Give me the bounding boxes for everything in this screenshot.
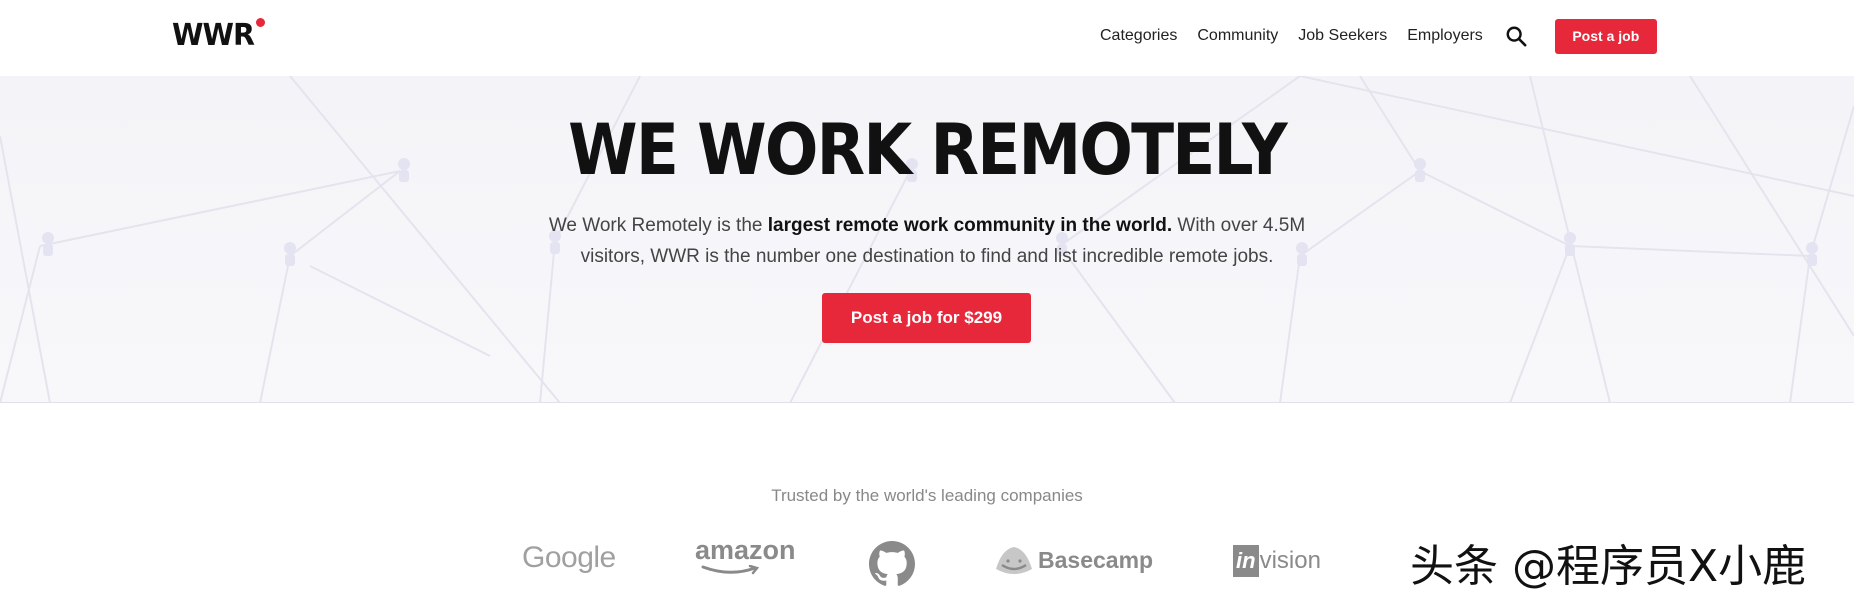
invision-logo-text: vision bbox=[1259, 547, 1321, 574]
nav-community[interactable]: Community bbox=[1197, 27, 1278, 45]
nav-categories[interactable]: Categories bbox=[1100, 27, 1177, 45]
post-job-299-button[interactable]: Post a job for $299 bbox=[822, 293, 1031, 343]
nav-job-seekers[interactable]: Job Seekers bbox=[1298, 27, 1387, 45]
invision-logo: in vision bbox=[1233, 545, 1321, 577]
top-navigation-bar: WWR Categories Community Job Seekers Emp… bbox=[0, 0, 1854, 76]
hero-desc-prefix: We Work Remotely is the bbox=[548, 215, 768, 236]
hero-title: WE WORK REMOTELY bbox=[568, 109, 1288, 191]
invision-logo-box: in bbox=[1233, 545, 1259, 577]
basecamp-icon bbox=[996, 547, 1032, 574]
github-octocat-icon bbox=[869, 541, 915, 586]
logo-red-dot bbox=[256, 18, 266, 27]
hero-section: WE WORK REMOTELY We Work Remotely is the… bbox=[0, 76, 1854, 403]
amazon-logo-text: amazon bbox=[695, 535, 796, 565]
amazon-smile-icon bbox=[701, 565, 760, 575]
hero-description: We Work Remotely is the largest remote w… bbox=[527, 210, 1327, 272]
github-logo bbox=[869, 541, 915, 587]
basecamp-logo: Basecamp bbox=[994, 543, 1153, 577]
main-nav: Categories Community Job Seekers Employe… bbox=[1100, 18, 1657, 54]
google-logo-text: Google bbox=[522, 541, 616, 574]
amazon-logo: amazon bbox=[695, 535, 796, 575]
toutiao-watermark: 头条 @程序员X小鹿 bbox=[1410, 541, 1807, 592]
logo-text: WWR bbox=[172, 18, 255, 53]
basecamp-logo-text: Basecamp bbox=[1038, 546, 1154, 573]
hero-desc-bold: largest remote work community in the wor… bbox=[767, 215, 1173, 236]
search-icon[interactable] bbox=[1505, 25, 1527, 47]
post-a-job-button[interactable]: Post a job bbox=[1554, 18, 1657, 54]
google-logo: Google bbox=[522, 541, 616, 575]
trusted-caption: Trusted by the world's leading companies bbox=[771, 486, 1083, 505]
nav-employers[interactable]: Employers bbox=[1407, 27, 1483, 45]
wwr-logo[interactable]: WWR bbox=[172, 18, 266, 54]
